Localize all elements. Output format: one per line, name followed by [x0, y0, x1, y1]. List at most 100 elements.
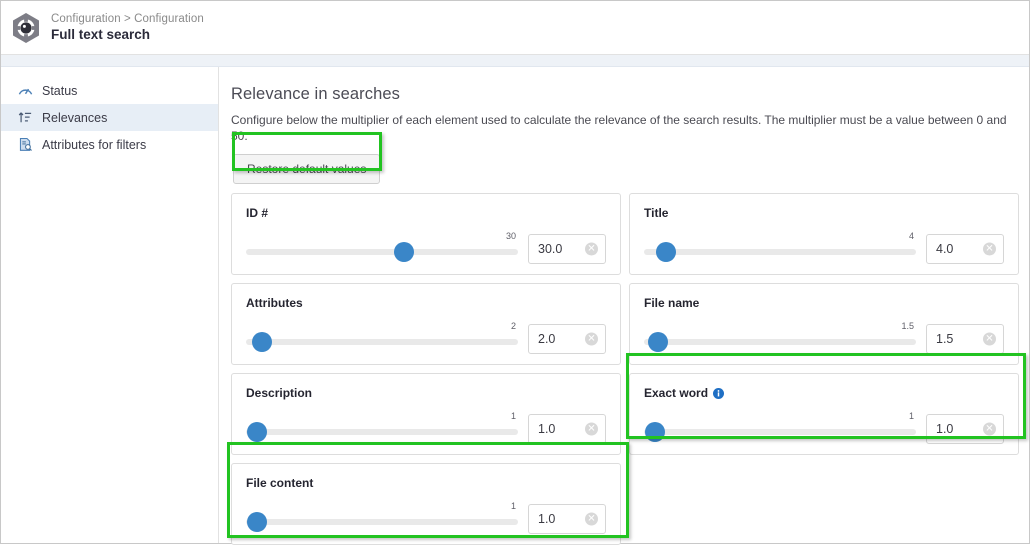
- slider-track[interactable]: [246, 249, 518, 255]
- slider-row: 1.5 1.5 ✕: [644, 321, 1004, 354]
- value-input[interactable]: 1.5: [927, 332, 953, 346]
- header-text-group: Configuration > Configuration Full text …: [51, 12, 204, 43]
- hexagon-gear-icon: [11, 12, 41, 44]
- relevance-cards-grid: ID # 30 30.0 ✕ Title 4 4.0 ✕ Attributes …: [231, 193, 1019, 545]
- card-label: File content: [246, 476, 314, 490]
- value-input-wrapper[interactable]: 4.0 ✕: [926, 234, 1004, 264]
- slider-thumb[interactable]: [246, 422, 267, 442]
- relevance-card-file-content: File content 1 1.0 ✕: [231, 463, 621, 545]
- card-label: File name: [644, 296, 700, 310]
- relevance-card-file-name: File name 1.5 1.5 ✕: [629, 283, 1019, 365]
- clear-circle-icon[interactable]: ✕: [585, 512, 598, 526]
- value-input[interactable]: 4.0: [927, 242, 953, 256]
- slider[interactable]: 1.5: [644, 321, 916, 354]
- slider-tick-value: 1: [510, 411, 516, 421]
- info-circle-icon[interactable]: [713, 387, 725, 399]
- slider-tick-value: 1: [908, 411, 914, 421]
- slider-thumb[interactable]: [252, 332, 273, 352]
- card-label-group: Exact word: [644, 386, 1004, 400]
- card-label: Title: [644, 206, 669, 220]
- card-label: Description: [246, 386, 313, 400]
- card-label: ID #: [246, 206, 269, 220]
- section-description: Configure below the multiplier of each e…: [231, 113, 1007, 143]
- section-title: Relevance in searches: [231, 85, 401, 103]
- clear-circle-icon[interactable]: ✕: [585, 332, 598, 346]
- value-input-wrapper[interactable]: 1.0 ✕: [528, 504, 606, 534]
- slider-row: 2 2.0 ✕: [246, 321, 606, 354]
- card-label-group: Description: [246, 386, 606, 400]
- sort-ascending-icon: [18, 110, 33, 125]
- slider[interactable]: 30: [246, 231, 518, 264]
- slider-track[interactable]: [644, 429, 916, 435]
- clear-circle-icon[interactable]: ✕: [585, 242, 598, 256]
- slider-tick-value: 30: [505, 231, 516, 241]
- relevance-card-id: ID # 30 30.0 ✕: [231, 193, 621, 275]
- sidebar-item-attributes-for-filters[interactable]: Attributes for filters: [1, 131, 218, 158]
- clear-circle-icon[interactable]: ✕: [983, 332, 996, 346]
- slider-row: 4 4.0 ✕: [644, 231, 1004, 264]
- slider-tick-value: 1: [510, 501, 516, 511]
- breadcrumb[interactable]: Configuration > Configuration: [51, 12, 204, 26]
- value-input-wrapper[interactable]: 1.0 ✕: [926, 414, 1004, 444]
- relevance-card-title: Title 4 4.0 ✕: [629, 193, 1019, 275]
- value-input[interactable]: 1.0: [927, 422, 953, 436]
- sidebar-item-status[interactable]: Status: [1, 77, 218, 104]
- clear-circle-icon[interactable]: ✕: [983, 242, 996, 256]
- card-label-group: ID #: [246, 206, 606, 220]
- card-label: Exact word: [644, 386, 709, 400]
- card-label: Attributes: [246, 296, 303, 310]
- sidebar-item-relevances[interactable]: Relevances: [1, 104, 218, 131]
- slider-track[interactable]: [246, 429, 518, 435]
- slider-row: 1 1.0 ✕: [246, 501, 606, 534]
- clear-circle-icon[interactable]: ✕: [983, 422, 996, 436]
- slider-tick-value: 2: [510, 321, 516, 331]
- value-input[interactable]: 2.0: [529, 332, 555, 346]
- relevance-card-description: Description 1 1.0 ✕: [231, 373, 621, 455]
- slider-thumb[interactable]: [644, 422, 665, 442]
- restore-default-values-button[interactable]: Restore default values: [233, 154, 381, 184]
- relevance-card-attributes: Attributes 2 2.0 ✕: [231, 283, 621, 365]
- slider-tick-value: 4: [908, 231, 914, 241]
- body-container: Status Relevances Attributes for filters…: [1, 67, 1029, 545]
- slider-track[interactable]: [246, 519, 518, 525]
- main-content: Relevance in searches Configure below th…: [219, 67, 1029, 545]
- page-header: Configuration > Configuration Full text …: [1, 1, 1029, 55]
- slider-row: 1 1.0 ✕: [644, 411, 1004, 444]
- document-search-icon: [18, 137, 33, 152]
- slider-tick-value: 1.5: [901, 321, 914, 331]
- sidebar-item-label: Status: [42, 83, 78, 98]
- slider[interactable]: 4: [644, 231, 916, 264]
- relevance-card-exact-word: Exact word 1 1.0 ✕: [629, 373, 1019, 455]
- page-title: Full text search: [51, 27, 151, 42]
- slider-thumb[interactable]: [655, 242, 676, 262]
- card-label-group: Attributes: [246, 296, 606, 310]
- slider[interactable]: 2: [246, 321, 518, 354]
- sidebar-item-label: Relevances: [42, 110, 108, 125]
- slider-track[interactable]: [246, 339, 518, 345]
- value-input-wrapper[interactable]: 1.0 ✕: [528, 414, 606, 444]
- slider-thumb[interactable]: [393, 242, 414, 262]
- sidebar-item-label: Attributes for filters: [42, 137, 147, 152]
- card-label-group: File content: [246, 476, 606, 490]
- slider-track[interactable]: [644, 249, 916, 255]
- card-label-group: Title: [644, 206, 1004, 220]
- slider-thumb[interactable]: [647, 332, 668, 352]
- slider-row: 1 1.0 ✕: [246, 411, 606, 444]
- value-input[interactable]: 30.0: [529, 242, 562, 256]
- value-input[interactable]: 1.0: [529, 512, 555, 526]
- slider-track[interactable]: [644, 339, 916, 345]
- value-input-wrapper[interactable]: 1.5 ✕: [926, 324, 1004, 354]
- slider[interactable]: 1: [246, 501, 518, 534]
- clear-circle-icon[interactable]: ✕: [585, 422, 598, 436]
- slider-thumb[interactable]: [246, 512, 267, 532]
- card-label-group: File name: [644, 296, 1004, 310]
- value-input-wrapper[interactable]: 30.0 ✕: [528, 234, 606, 264]
- value-input[interactable]: 1.0: [529, 422, 555, 436]
- value-input-wrapper[interactable]: 2.0 ✕: [528, 324, 606, 354]
- header-strip: [1, 55, 1029, 67]
- slider[interactable]: 1: [246, 411, 518, 444]
- slider[interactable]: 1: [644, 411, 916, 444]
- sidebar: Status Relevances Attributes for filters: [1, 67, 219, 543]
- gauge-icon: [18, 83, 33, 98]
- restore-button-row: Restore default values: [233, 154, 1019, 184]
